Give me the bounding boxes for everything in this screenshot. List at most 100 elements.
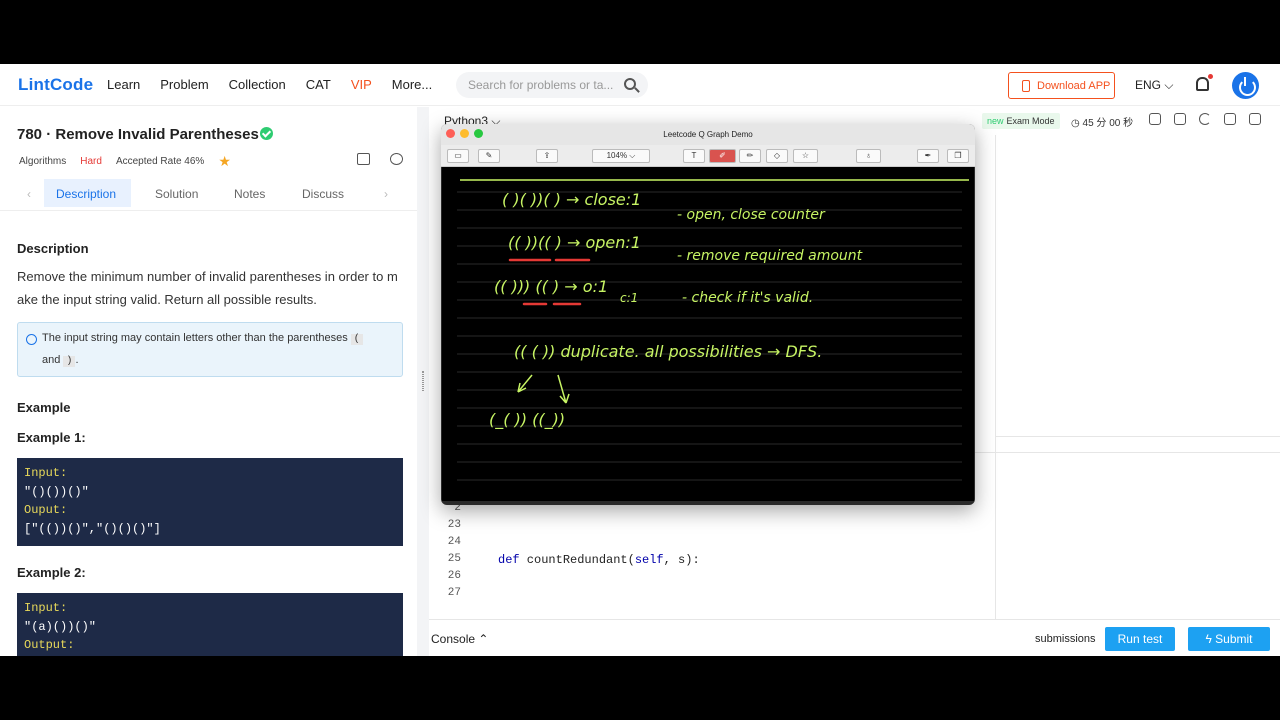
window-icon[interactable]: ❐ — [947, 149, 969, 163]
nav-more[interactable]: More... — [392, 77, 432, 92]
editor-tool-icons — [1149, 113, 1261, 125]
ex2-input-label: Input: — [24, 601, 68, 615]
search-icon[interactable] — [624, 78, 636, 90]
tab-discuss[interactable]: Discuss — [302, 179, 344, 207]
phone-icon — [1022, 80, 1030, 92]
maximize-window-icon[interactable] — [474, 129, 483, 138]
shape-tool-icon[interactable]: ☆ — [793, 149, 818, 163]
note-code-open: ( — [350, 334, 363, 345]
lintcode-logo[interactable]: LintCode — [18, 75, 93, 95]
chevron-down-icon: ⌵ — [1164, 78, 1174, 92]
tab-solution[interactable]: Solution — [155, 179, 198, 207]
download-app-button[interactable]: Download APP — [1008, 72, 1115, 99]
tabs-prev-icon[interactable]: ‹ — [27, 187, 31, 201]
clock-icon: ◷ — [1071, 118, 1080, 129]
drawing-canvas[interactable]: ( )( ))( ) → close:1 - open, close count… — [442, 167, 974, 501]
drawing-toolbar: ▭ ✎ ⇪ 104% ⌵ T ✐ ✏ ◇ ☆ ♁ ✒ ❐ — [441, 145, 975, 167]
nav-links: Learn Problem Collection CAT VIP More... — [107, 77, 432, 92]
line-number: 24 — [447, 536, 461, 548]
copy-icon[interactable] — [1174, 113, 1186, 125]
info-circle-icon — [26, 334, 37, 345]
nav-learn[interactable]: Learn — [107, 77, 140, 92]
example-heading: Example — [17, 400, 71, 415]
download-app-label: Download APP — [1037, 80, 1111, 92]
tab-description[interactable]: Description — [44, 179, 131, 207]
app-window: LintCode Learn Problem Collection CAT VI… — [0, 64, 1280, 656]
branch-arrows — [517, 374, 570, 404]
nav-collection[interactable]: Collection — [229, 77, 286, 92]
settings-gear-icon[interactable] — [1149, 113, 1161, 125]
problem-tabs: ‹ Description Solution Notes Discuss › — [0, 179, 417, 211]
language-selector[interactable]: ENG ⌵ — [1135, 78, 1173, 93]
line-number: 23 — [447, 519, 461, 531]
fullscreen-icon[interactable] — [1249, 113, 1261, 125]
star-icon[interactable]: ★ — [218, 153, 231, 170]
eraser-icon[interactable]: ◇ — [766, 149, 788, 163]
tab-notes[interactable]: Notes — [234, 179, 265, 207]
panel-resizer[interactable] — [417, 107, 429, 656]
timer[interactable]: ◷ 45 分 00 秒 — [1071, 114, 1133, 129]
new-label: new — [987, 116, 1004, 126]
ink-line-5: (( ))) (( ) → o:1 — [494, 277, 608, 296]
language-label: ENG — [1135, 78, 1162, 92]
note-text: The input string may contain letters oth… — [42, 332, 348, 344]
refresh-icon[interactable] — [1199, 113, 1211, 125]
line-number: 26 — [447, 570, 461, 582]
submit-button[interactable]: ϟ Submit — [1188, 627, 1270, 651]
minimize-window-icon[interactable] — [460, 129, 469, 138]
image-add-icon[interactable] — [357, 153, 370, 165]
note-and: and — [42, 354, 61, 366]
console-label: Console — [431, 632, 476, 646]
ex1-output-label: Ouput: — [24, 503, 68, 517]
submit-label: Submit — [1215, 632, 1253, 646]
zoom-select[interactable]: 104% ⌵ — [592, 149, 650, 163]
description-text: Remove the minimum number of invalid par… — [17, 269, 398, 307]
problem-title: 780 · Remove Invalid Parentheses — [17, 126, 259, 143]
search-input[interactable]: Search for problems or ta... — [456, 72, 648, 98]
code-self: self — [634, 553, 664, 567]
nav-problem[interactable]: Problem — [160, 77, 208, 92]
close-window-icon[interactable] — [446, 129, 455, 138]
tabs-next-icon[interactable]: › — [384, 187, 388, 201]
drawing-window-titlebar[interactable]: Leetcode Q Graph Demo — [441, 124, 975, 145]
problem-panel: 780 · Remove Invalid Parentheses Algorit… — [0, 107, 417, 656]
example1-code: Input: "()())()" Ouput: ["(())()","()()(… — [17, 458, 403, 546]
ink-line-5b: c:1 — [620, 291, 638, 305]
share-icon[interactable] — [1224, 113, 1236, 125]
microphone-icon[interactable]: ♁ — [856, 149, 881, 163]
notification-bell-icon[interactable] — [1196, 74, 1213, 91]
code-keyword: def — [498, 553, 520, 567]
horizontal-divider — [995, 436, 1280, 437]
ink-line-3: (( ))(( ) → open:1 — [508, 233, 641, 252]
resize-grip-icon[interactable] — [422, 371, 424, 391]
ex1-output: ["(())()","()()()"] — [24, 521, 161, 536]
info-note: The input string may contain letters oth… — [17, 322, 403, 377]
code-params: , s): — [663, 553, 700, 567]
lightning-icon: ϟ — [1205, 632, 1212, 646]
markup-icon[interactable]: ✒ — [917, 149, 939, 163]
top-navigation: LintCode Learn Problem Collection CAT VI… — [0, 64, 1280, 106]
pen-tool-icon[interactable]: ✐ — [709, 149, 736, 163]
code-line-def[interactable]: def countRedundant(self, s): — [498, 553, 700, 567]
ink-line-6: - check if it's valid. — [682, 290, 813, 306]
run-test-button[interactable]: Run test — [1105, 627, 1175, 651]
info-icon[interactable] — [390, 153, 403, 165]
drawing-app-window[interactable]: Leetcode Q Graph Demo ▭ ✎ ⇪ 104% ⌵ T ✐ ✏… — [441, 124, 975, 505]
highlighter-icon[interactable]: ✏ — [739, 149, 761, 163]
text-tool-icon[interactable]: T — [683, 149, 705, 163]
sidebar-icon[interactable]: ▭ — [447, 149, 469, 163]
nav-cat[interactable]: CAT — [306, 77, 331, 92]
ink-line-7: (( ( )) duplicate. all possibilities → D… — [514, 342, 822, 361]
ink-line-4: - remove required amount — [677, 248, 863, 264]
submissions-link[interactable]: submissions — [1035, 633, 1096, 645]
console-toggle[interactable]: Console ⌃ — [431, 632, 488, 646]
user-avatar-power-icon[interactable] — [1232, 72, 1259, 99]
tag-algorithms[interactable]: Algorithms — [19, 156, 66, 167]
note-code-close: ) — [63, 356, 76, 367]
example1-heading: Example 1: — [17, 430, 86, 445]
nav-vip[interactable]: VIP — [351, 77, 372, 92]
exam-mode-badge[interactable]: new Exam Mode — [982, 113, 1060, 129]
edit-icon[interactable]: ✎ — [478, 149, 500, 163]
example2-code: Input: "(a)())()" Output: — [17, 593, 403, 656]
share-icon[interactable]: ⇪ — [536, 149, 558, 163]
